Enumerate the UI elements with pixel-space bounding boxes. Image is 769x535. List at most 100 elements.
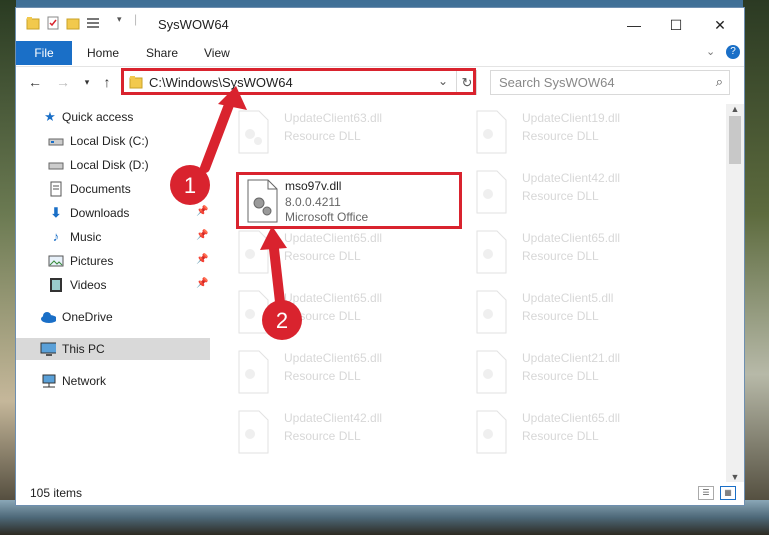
pin-icon[interactable]: 📌 bbox=[196, 206, 208, 217]
qat-dropdown-icon[interactable]: ▾ bbox=[117, 14, 122, 25]
sidebar-item-local-disk-d[interactable]: Local Disk (D:) bbox=[16, 154, 210, 176]
maximize-button[interactable]: ☐ bbox=[654, 12, 698, 38]
recent-locations-icon[interactable]: ▾ bbox=[78, 73, 96, 91]
download-icon: ⬇ bbox=[50, 205, 62, 220]
pin-icon[interactable]: 📌 bbox=[196, 278, 208, 289]
sidebar-item-label: Music bbox=[70, 230, 102, 244]
sidebar-item-label: OneDrive bbox=[62, 310, 113, 324]
highlighted-file[interactable]: mso97v.dll 8.0.0.4211 Microsoft Office bbox=[236, 172, 462, 229]
dll-file-icon bbox=[476, 410, 507, 454]
help-icon[interactable]: ? bbox=[726, 45, 740, 59]
dll-file-icon bbox=[476, 110, 507, 154]
sidebar-item-label: Downloads bbox=[70, 206, 130, 220]
new-folder-icon[interactable] bbox=[66, 16, 80, 30]
file-name: UpdateClient5.dll bbox=[522, 291, 614, 305]
dll-file-icon bbox=[476, 230, 507, 274]
dll-file-icon bbox=[476, 290, 507, 334]
vertical-scrollbar[interactable]: ▲ ▼ bbox=[726, 104, 744, 482]
file-description: Resource DLL bbox=[284, 309, 361, 323]
tab-home[interactable]: Home bbox=[87, 46, 119, 60]
pin-icon[interactable]: 📌 bbox=[196, 254, 208, 265]
search-icon[interactable]: ⌕ bbox=[716, 74, 723, 90]
file-description: Resource DLL bbox=[522, 129, 599, 143]
properties-icon[interactable] bbox=[46, 16, 60, 30]
item-count: 105 items bbox=[30, 486, 83, 500]
tiles-view-icon[interactable]: ▦ bbox=[720, 486, 736, 500]
sidebar-item-this-pc[interactable]: This PC bbox=[16, 338, 210, 360]
list-item[interactable]: UpdateClient65.dll Resource DLL bbox=[236, 348, 456, 398]
back-arrow-icon[interactable]: ← bbox=[26, 73, 44, 91]
sidebar-item-label: Videos bbox=[70, 278, 107, 292]
list-item[interactable]: UpdateClient65.dll Resource DLL bbox=[474, 228, 694, 278]
file-name: UpdateClient65.dll bbox=[284, 351, 383, 365]
file-version: 8.0.0.4211 bbox=[285, 195, 341, 209]
list-item[interactable]: UpdateClient65.dll Resource DLL bbox=[236, 288, 456, 338]
search-input[interactable]: Search SysWOW64 bbox=[499, 75, 615, 90]
scrollbar-thumb[interactable] bbox=[729, 116, 741, 164]
sidebar-item-downloads[interactable]: ⬇ Downloads 📌 bbox=[16, 202, 210, 224]
file-description: Resource DLL bbox=[522, 429, 599, 443]
list-item[interactable]: UpdateClient42.dll Resource DLL bbox=[474, 168, 694, 218]
list-item[interactable]: UpdateClient63.dll Resource DLL bbox=[236, 108, 456, 158]
onedrive-icon bbox=[41, 312, 56, 323]
window-title: SysWOW64 bbox=[158, 17, 229, 32]
drive-icon bbox=[48, 138, 64, 146]
sidebar-item-label: Local Disk (D:) bbox=[70, 158, 149, 172]
folder-icon[interactable] bbox=[26, 16, 40, 30]
sidebar-item-label: Quick access bbox=[62, 110, 134, 124]
file-name: UpdateClient42.dll bbox=[284, 411, 383, 425]
desktop-background-right bbox=[743, 0, 769, 535]
dll-file-icon bbox=[476, 170, 507, 214]
file-description: Resource DLL bbox=[522, 369, 599, 383]
dll-file-icon bbox=[238, 410, 269, 454]
file-name: UpdateClient65.dll bbox=[522, 411, 621, 425]
sidebar-item-quick-access[interactable]: ★ Quick access bbox=[16, 106, 210, 128]
file-name: mso97v.dll bbox=[285, 179, 342, 193]
close-button[interactable]: ✕ bbox=[698, 12, 742, 38]
scroll-down-icon[interactable]: ▼ bbox=[726, 472, 744, 482]
file-name: UpdateClient19.dll bbox=[522, 111, 621, 125]
videos-icon bbox=[50, 278, 62, 292]
sidebar-item-network[interactable]: Network bbox=[16, 370, 210, 392]
address-highlight-box bbox=[121, 68, 476, 95]
navigation-bar: ← → ▾ ↑ C:\Windows\SysWOW64 ⌄ ↻ Search S… bbox=[16, 67, 744, 97]
sidebar-item-label: Pictures bbox=[70, 254, 114, 268]
sidebar-item-label: Documents bbox=[70, 182, 131, 196]
title-bar: ▾ | SysWOW64 — ☐ ✕ bbox=[16, 8, 744, 40]
dll-file-icon bbox=[238, 110, 269, 154]
scroll-up-icon[interactable]: ▲ bbox=[726, 104, 744, 114]
tab-file[interactable]: File bbox=[16, 41, 72, 65]
minimize-button[interactable]: — bbox=[612, 12, 656, 38]
list-item[interactable]: UpdateClient65.dll Resource DLL bbox=[236, 228, 456, 278]
sidebar-item-documents[interactable]: Documents bbox=[16, 178, 210, 200]
sidebar-item-label: This PC bbox=[62, 342, 105, 356]
list-item[interactable]: UpdateClient65.dll Resource DLL bbox=[474, 408, 694, 458]
file-description: Resource DLL bbox=[284, 369, 361, 383]
forward-arrow-icon[interactable]: → bbox=[54, 73, 72, 91]
sidebar-item-videos[interactable]: Videos 📌 bbox=[16, 274, 210, 296]
tab-share[interactable]: Share bbox=[146, 46, 178, 60]
list-item[interactable]: UpdateClient5.dll Resource DLL bbox=[474, 288, 694, 338]
pin-icon[interactable]: 📌 bbox=[196, 230, 208, 241]
desktop-background-bottom bbox=[0, 500, 769, 535]
sidebar-item-music[interactable]: ♪ Music 📌 bbox=[16, 226, 210, 248]
file-name: UpdateClient65.dll bbox=[284, 231, 383, 245]
customize-toolbar-icon[interactable] bbox=[86, 16, 100, 30]
file-name: UpdateClient65.dll bbox=[284, 291, 383, 305]
sidebar-item-local-disk-c[interactable]: Local Disk (C:) bbox=[16, 130, 210, 152]
details-view-icon[interactable]: ☰ bbox=[698, 486, 714, 500]
chevron-down-icon[interactable]: ⌄ bbox=[706, 45, 715, 58]
sidebar-item-pictures[interactable]: Pictures 📌 bbox=[16, 250, 210, 272]
file-description: Resource DLL bbox=[284, 249, 361, 263]
file-description: Resource DLL bbox=[522, 189, 599, 203]
list-item[interactable]: UpdateClient21.dll Resource DLL bbox=[474, 348, 694, 398]
sidebar-item-onedrive[interactable]: OneDrive bbox=[16, 306, 210, 328]
list-item[interactable]: UpdateClient42.dll Resource DLL bbox=[236, 408, 456, 458]
tab-view[interactable]: View bbox=[204, 46, 230, 60]
up-arrow-icon[interactable]: ↑ bbox=[98, 73, 116, 91]
explorer-window: ▾ | SysWOW64 — ☐ ✕ File Home Share View … bbox=[16, 8, 744, 505]
desktop-background-left bbox=[0, 0, 16, 535]
search-box[interactable]: Search SysWOW64 ⌕ bbox=[490, 70, 730, 95]
file-company: Microsoft Office bbox=[285, 210, 369, 224]
list-item[interactable]: UpdateClient19.dll Resource DLL bbox=[474, 108, 694, 158]
